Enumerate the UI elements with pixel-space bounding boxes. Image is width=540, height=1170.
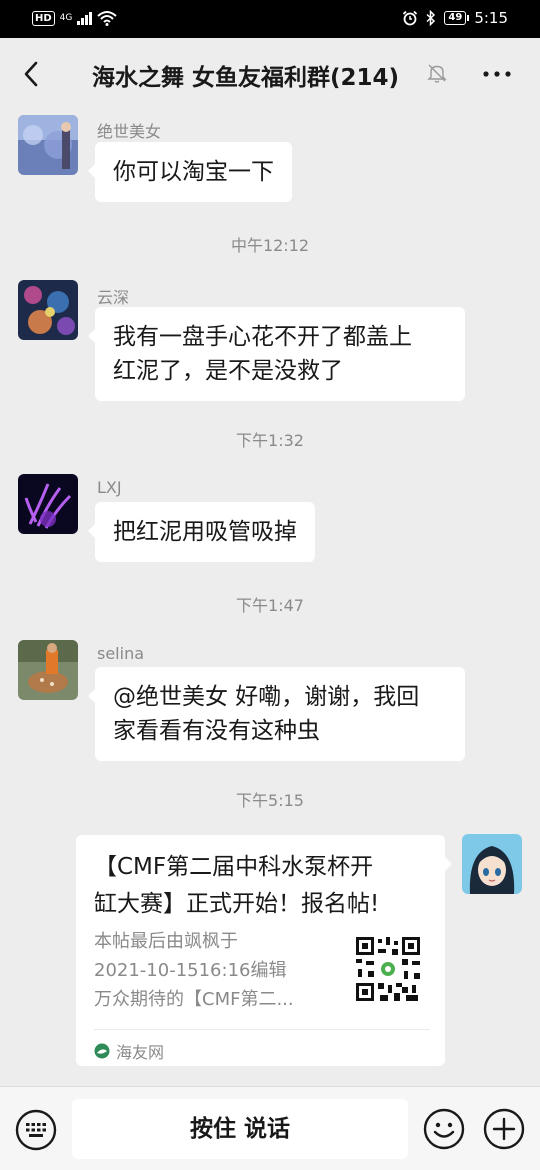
avatar-yunshen[interactable] xyxy=(18,280,78,340)
link-card-desc-line: 本帖最后由飒枫于 xyxy=(94,931,238,952)
plus-icon[interactable] xyxy=(483,1108,525,1150)
message-text-line: 红泥了，是不是没救了 xyxy=(113,358,343,384)
network-type: 4G xyxy=(59,13,73,23)
message-bubble[interactable]: 你可以淘宝一下 xyxy=(88,142,292,202)
link-card-title-line: 【CMF第二届中科水泵杯开 xyxy=(94,854,374,880)
sender-name: selina xyxy=(97,644,145,663)
link-card-desc-line: 2021-10-1516:16编辑 xyxy=(94,960,287,981)
message-text: 把红泥用吸管吸掉 xyxy=(113,519,297,545)
more-icon[interactable] xyxy=(482,64,512,84)
avatar-lxj[interactable] xyxy=(18,474,78,534)
message-text-line: 家看看有没有这种虫 xyxy=(113,718,320,744)
battery-icon: 49 xyxy=(444,11,470,25)
avatar-me[interactable] xyxy=(462,834,522,894)
timestamp: 中午12:12 xyxy=(230,236,310,255)
link-card-desc-line: 万众期待的【CMF第二... xyxy=(94,989,294,1010)
qr-code-thumbnail xyxy=(354,935,422,1003)
status-bar: HD 4G 49 5:15 xyxy=(0,0,540,38)
keyboard-icon[interactable] xyxy=(15,1109,57,1151)
chat-header: 海水之舞 女鱼友福利群(214) xyxy=(0,38,540,110)
alarm-icon xyxy=(403,10,418,26)
link-card-title-line: 缸大赛】正式开始！报名帖! xyxy=(94,891,380,917)
message-text-line: @绝世美女 好嘞，谢谢，我回 xyxy=(113,684,420,710)
avatar-selina[interactable] xyxy=(18,640,78,700)
site-logo-icon xyxy=(94,1043,110,1059)
emoji-icon[interactable] xyxy=(423,1108,465,1150)
sender-name: LXJ xyxy=(97,478,122,497)
chat-title: 海水之舞 女鱼友福利群(214) xyxy=(92,65,400,91)
message-bubble[interactable]: 我有一盘手心花不开了都盖上 红泥了，是不是没救了 xyxy=(88,307,465,401)
link-card-description: 本帖最后由飒枫于 2021-10-1516:16编辑 万众期待的【CMF第二..… xyxy=(94,927,334,1014)
link-card-source: 海友网 xyxy=(94,1039,164,1063)
avatar-jueshimeinv[interactable] xyxy=(18,115,78,175)
link-card[interactable]: 【CMF第二届中科水泵杯开 缸大赛】正式开始！报名帖! 本帖最后由飒枫于 202… xyxy=(76,835,452,1066)
message-text: 你可以淘宝一下 xyxy=(113,159,274,185)
sender-name: 绝世美女 xyxy=(97,122,162,141)
input-bar: 按住 说话 xyxy=(0,1086,540,1170)
sender-name: 云深 xyxy=(97,288,130,307)
status-right: 49 5:15 xyxy=(402,9,508,27)
back-icon[interactable] xyxy=(18,58,48,90)
signal-icon xyxy=(77,11,92,25)
status-left: HD 4G xyxy=(32,10,117,26)
hd-badge: HD xyxy=(32,10,55,26)
message-text-line: 我有一盘手心花不开了都盖上 xyxy=(113,324,412,350)
link-card-title: 【CMF第二届中科水泵杯开 缸大赛】正式开始！报名帖! xyxy=(94,849,426,923)
link-card-divider xyxy=(94,1029,430,1030)
message-bubble[interactable]: 把红泥用吸管吸掉 xyxy=(88,502,315,562)
link-card-source-name: 海友网 xyxy=(116,1043,165,1062)
timestamp: 下午1:32 xyxy=(236,431,304,450)
wifi-icon xyxy=(97,11,117,26)
timestamp: 下午1:47 xyxy=(236,596,304,615)
status-time: 5:15 xyxy=(474,9,508,27)
message-bubble[interactable]: @绝世美女 好嘞，谢谢，我回 家看看有没有这种虫 xyxy=(88,667,465,761)
hold-to-talk-button[interactable]: 按住 说话 xyxy=(72,1099,408,1159)
timestamp: 下午5:15 xyxy=(236,791,304,810)
bluetooth-icon xyxy=(426,10,436,26)
mute-bell-icon xyxy=(427,64,447,83)
